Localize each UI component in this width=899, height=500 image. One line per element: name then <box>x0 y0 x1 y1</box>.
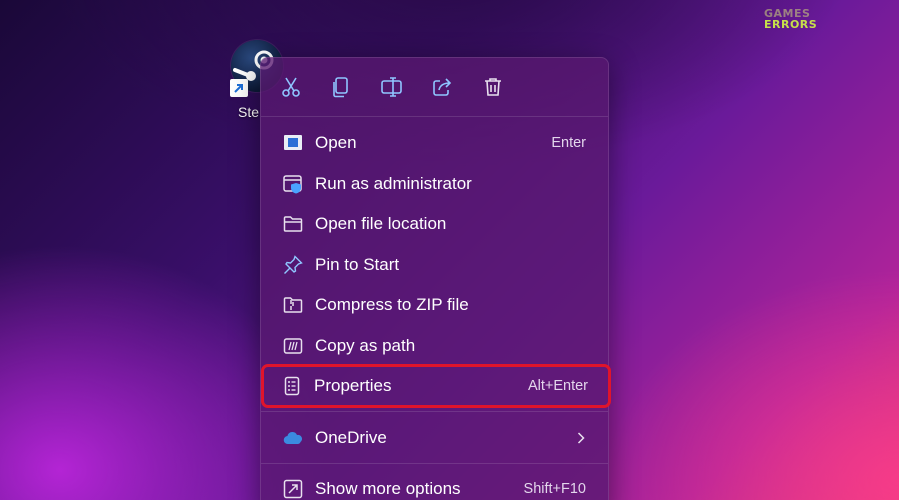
more-options-icon <box>283 479 303 499</box>
cloud-icon <box>283 431 303 445</box>
copy-icon <box>333 77 348 98</box>
rename-icon <box>381 77 402 97</box>
folder-icon <box>283 216 303 232</box>
properties-icon <box>284 376 300 396</box>
menu-item-label: Open <box>315 133 357 152</box>
menu-item-label: Open file location <box>315 214 447 233</box>
menu-separator <box>261 411 608 412</box>
copy-button[interactable] <box>328 74 354 100</box>
menu-item-shortcut: Shift+F10 <box>523 481 586 497</box>
menu-item-open-file-location[interactable]: Open file location <box>265 205 606 243</box>
open-icon <box>284 135 302 150</box>
menu-item-label: Show more options <box>315 479 461 498</box>
menu-item-properties[interactable]: Properties Alt+Enter <box>261 364 611 408</box>
menu-item-show-more-options[interactable]: Show more options Shift+F10 <box>265 470 606 500</box>
games-errors-logo: GAMES ERRORS <box>764 8 817 30</box>
share-button[interactable] <box>429 74 455 100</box>
menu-item-onedrive[interactable]: OneDrive <box>265 419 606 457</box>
pin-icon <box>284 255 303 274</box>
menu-item-compress-to-zip[interactable]: Compress to ZIP file <box>265 286 606 324</box>
menu-item-label: Run as administrator <box>315 174 472 193</box>
menu-item-label: OneDrive <box>315 428 387 447</box>
watermark-line2: ERRORS <box>764 18 818 31</box>
menu-item-pin-to-start[interactable]: Pin to Start <box>265 246 606 284</box>
menu-item-label: Copy as path <box>315 336 416 355</box>
context-menu-toolbar <box>261 58 608 117</box>
context-menu: Open Enter Run as administrator Open fil… <box>260 57 611 500</box>
zip-folder-icon <box>283 297 303 313</box>
menu-separator <box>261 463 608 464</box>
rename-button[interactable] <box>379 74 405 100</box>
desktop-icon-label: Ste <box>238 104 260 120</box>
watermark-line1: GAMES <box>764 7 811 20</box>
cut-button[interactable] <box>278 74 304 100</box>
menu-item-copy-as-path[interactable]: Copy as path <box>265 327 606 365</box>
trash-icon <box>485 78 501 96</box>
menu-item-run-as-administrator[interactable]: Run as administrator <box>265 165 606 203</box>
shield-window-icon <box>283 175 302 194</box>
menu-item-label: Properties <box>314 376 392 395</box>
menu-item-shortcut: Alt+Enter <box>527 378 588 394</box>
chevron-right-icon <box>577 432 585 444</box>
menu-item-open[interactable]: Open Enter <box>265 124 606 162</box>
share-icon <box>433 78 452 96</box>
menu-item-label: Compress to ZIP file <box>315 295 469 314</box>
menu-item-shortcut: Enter <box>551 135 586 151</box>
shortcut-arrow-icon <box>230 79 248 97</box>
scissors-icon <box>282 77 300 97</box>
path-icon <box>283 338 303 354</box>
menu-item-label: Pin to Start <box>315 255 400 274</box>
delete-button[interactable] <box>480 74 506 100</box>
